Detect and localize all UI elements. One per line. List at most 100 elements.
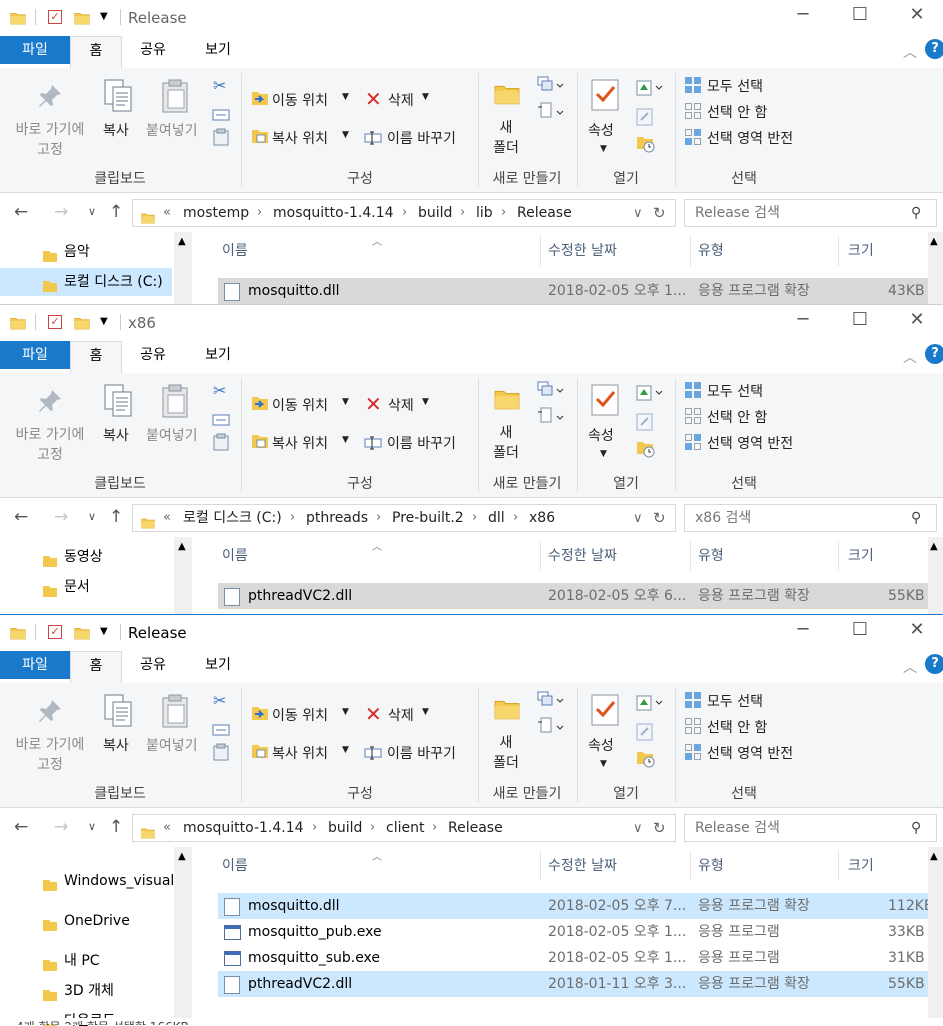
minimize-ribbon-icon[interactable]: ︿: [903, 42, 917, 62]
open-icon[interactable]: [636, 383, 664, 407]
maximize-button[interactable]: ☐: [845, 309, 875, 335]
file-row[interactable]: mosquitto.dll 2018-02-05 오후 1... 응용 프로그램 확…: [218, 278, 928, 304]
breadcrumb-item[interactable]: pthreads: [306, 505, 368, 531]
rename-button[interactable]: 이름 바꾸기: [387, 128, 456, 148]
new-folder-button[interactable]: 새 폴더: [490, 118, 522, 158]
new-item-icon[interactable]: [537, 76, 565, 98]
address-dropdown-icon[interactable]: ∨: [633, 201, 643, 227]
breadcrumb-chevron[interactable]: ›: [257, 200, 262, 226]
move-to-dropdown-icon[interactable]: ▼: [342, 92, 349, 102]
paste-shortcut-icon[interactable]: [213, 128, 229, 150]
open-icon[interactable]: [636, 78, 664, 102]
copy-button[interactable]: 복사: [103, 735, 129, 755]
address-dropdown-icon[interactable]: ∨: [633, 816, 643, 842]
column-size[interactable]: 크기: [848, 541, 874, 571]
breadcrumb-chevron[interactable]: ›: [513, 505, 518, 531]
tab-file[interactable]: 파일: [0, 651, 70, 679]
nav-item[interactable]: 로컬 디스크 (C:): [0, 268, 172, 296]
forward-button[interactable]: →: [54, 202, 68, 222]
column-name[interactable]: 이름: [222, 541, 248, 571]
copy-path-icon[interactable]: [212, 721, 230, 740]
edit-icon[interactable]: [636, 413, 654, 435]
invert-selection-button[interactable]: 선택 영역 반전: [707, 128, 793, 148]
maximize-button[interactable]: ☐: [845, 619, 875, 645]
new-folder-button[interactable]: 새 폴더: [490, 423, 522, 463]
help-icon[interactable]: ?: [925, 39, 943, 59]
maximize-button[interactable]: ☐: [845, 4, 875, 30]
minimize-ribbon-icon[interactable]: ︿: [903, 347, 917, 367]
delete-button[interactable]: 삭제: [388, 395, 414, 415]
easy-access-icon[interactable]: [537, 101, 565, 125]
breadcrumb-item[interactable]: 로컬 디스크 (C:): [183, 505, 282, 531]
new-folder-button[interactable]: 새 폴더: [490, 733, 522, 773]
address-bar[interactable]: « mostemp › mosquitto-1.4.14 › build › lib › Rele…: [132, 199, 676, 227]
breadcrumb-chevron[interactable]: ›: [472, 505, 477, 531]
properties-button[interactable]: 속성: [588, 120, 614, 140]
breadcrumb-chevron[interactable]: ›: [501, 200, 506, 226]
nav-scroll-up-icon[interactable]: ▲: [178, 541, 186, 552]
select-none-button[interactable]: 선택 안 함: [707, 407, 767, 427]
cut-icon[interactable]: ✂: [213, 691, 226, 710]
easy-access-icon[interactable]: [537, 406, 565, 430]
address-bar[interactable]: « 로컬 디스크 (C:) › pthreads › Pre-built.2 › dll › x8…: [132, 504, 676, 532]
delete-dropdown-icon[interactable]: ▼: [422, 397, 429, 407]
file-row[interactable]: mosquitto_sub.exe 2018-02-05 오후 1... 응용 프로…: [218, 945, 928, 971]
tab-view[interactable]: 보기: [188, 651, 248, 679]
forward-button[interactable]: →: [54, 817, 68, 837]
nav-item[interactable]: 내 PC: [0, 947, 172, 975]
overflow-chevron[interactable]: «: [163, 200, 171, 226]
breadcrumb-item[interactable]: Pre-built.2: [392, 505, 464, 531]
customize-quick-access-icon[interactable]: ▼: [100, 316, 108, 327]
breadcrumb-item[interactable]: x86: [529, 505, 555, 531]
tab-file[interactable]: 파일: [0, 36, 70, 64]
back-button[interactable]: ←: [14, 817, 28, 837]
pin-quick-access-button[interactable]: 바로 가기에 고정: [10, 120, 90, 160]
select-all-button[interactable]: 모두 선택: [707, 691, 763, 711]
copy-path-icon[interactable]: [212, 411, 230, 430]
properties-button[interactable]: 속성: [588, 425, 614, 445]
minimize-button[interactable]: ─: [788, 4, 818, 30]
nav-scrollbar[interactable]: ▲: [174, 847, 192, 1025]
paste-button[interactable]: 붙여넣기: [146, 735, 198, 755]
copy-to-dropdown-icon[interactable]: ▼: [342, 745, 349, 755]
minimize-ribbon-icon[interactable]: ︿: [903, 657, 917, 677]
invert-selection-button[interactable]: 선택 영역 반전: [707, 743, 793, 763]
breadcrumb-item[interactable]: build: [328, 815, 362, 841]
recent-locations-button[interactable]: ∨: [88, 510, 96, 523]
move-to-button[interactable]: 이동 위치: [272, 395, 328, 415]
cut-icon[interactable]: ✂: [213, 76, 226, 95]
tab-share[interactable]: 공유: [124, 341, 182, 369]
select-none-button[interactable]: 선택 안 함: [707, 102, 767, 122]
paste-button[interactable]: 붙여넣기: [146, 120, 198, 140]
file-row[interactable]: mosquitto_pub.exe 2018-02-05 오후 1... 응용 프로…: [218, 919, 928, 945]
column-name[interactable]: 이름: [222, 236, 248, 266]
properties-dropdown-icon[interactable]: ▼: [600, 449, 607, 459]
tab-share[interactable]: 공유: [124, 651, 182, 679]
address-bar[interactable]: « mosquitto-1.4.14 › build › client › Release ∨ ↻: [132, 814, 676, 842]
history-icon[interactable]: [636, 749, 656, 773]
close-button[interactable]: ✕: [902, 4, 932, 30]
breadcrumb-item[interactable]: Release: [517, 200, 572, 226]
up-button[interactable]: ↑: [109, 507, 123, 527]
file-row[interactable]: pthreadVC2.dll 2018-01-11 오후 3... 응용 프로그램 …: [218, 971, 928, 997]
breadcrumb-item[interactable]: mostemp: [183, 200, 249, 226]
address-dropdown-icon[interactable]: ∨: [633, 506, 643, 532]
properties-check-icon[interactable]: ✓: [48, 625, 62, 639]
breadcrumb-item[interactable]: lib: [476, 200, 493, 226]
nav-scrollbar[interactable]: ▲: [174, 537, 192, 615]
copy-to-button[interactable]: 복사 위치: [272, 433, 328, 453]
refresh-button[interactable]: ↻: [653, 505, 666, 531]
move-to-dropdown-icon[interactable]: ▼: [342, 707, 349, 717]
back-button[interactable]: ←: [14, 507, 28, 527]
column-date[interactable]: 수정한 날짜: [548, 851, 617, 881]
column-size[interactable]: 크기: [848, 236, 874, 266]
search-box[interactable]: Release 검색 ⚲: [684, 199, 937, 227]
breadcrumb-chevron[interactable]: ›: [290, 505, 295, 531]
recent-locations-button[interactable]: ∨: [88, 205, 96, 218]
paste-shortcut-icon[interactable]: [213, 433, 229, 455]
copy-to-button[interactable]: 복사 위치: [272, 743, 328, 763]
breadcrumb-chevron[interactable]: ›: [460, 200, 465, 226]
refresh-button[interactable]: ↻: [653, 815, 666, 841]
copy-to-button[interactable]: 복사 위치: [272, 128, 328, 148]
breadcrumb-chevron[interactable]: ›: [402, 200, 407, 226]
